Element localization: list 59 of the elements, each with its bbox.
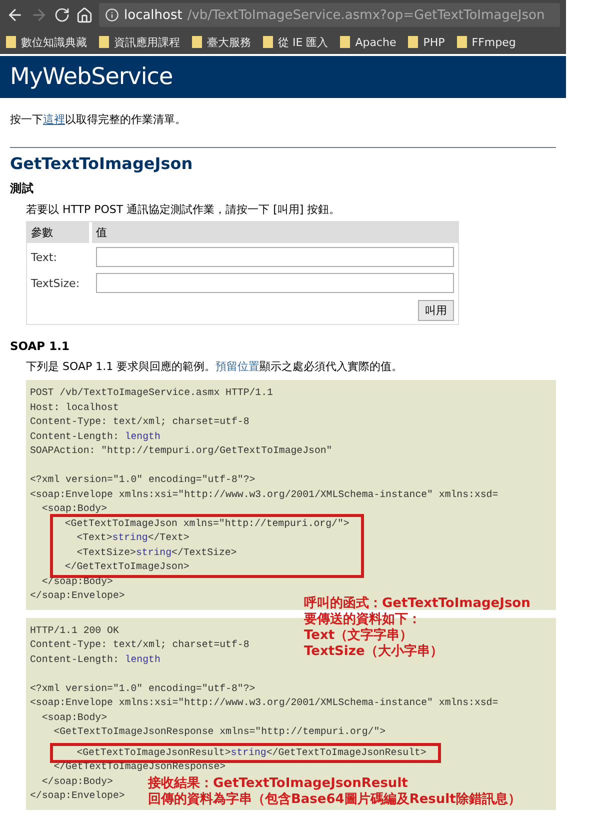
code-line: <?xml version="1.0" encoding="utf-8"?> <box>30 682 256 696</box>
annotation: 接收結果：GetTextToImageJsonResult <box>148 776 409 792</box>
annotation: 要傳送的資料如下： <box>304 612 422 628</box>
input-field[interactable] <box>96 273 454 293</box>
code-line: <?xml version="1.0" encoding="utf-8"?> <box>30 473 256 487</box>
code-line: SOAPAction: "http://tempuri.org/GetTextToImageJson" <box>30 444 332 458</box>
code-line: Content-Length: length <box>30 652 160 666</box>
annotation: 回傳的資料為字串（包含Base64圖片碼編及Result除錯訊息） <box>148 792 521 808</box>
code-line: </soap:Envelope> <box>30 589 125 603</box>
info-icon <box>105 8 119 22</box>
code-line: Content-Type: text/xml; charset=utf-8 <box>30 415 250 429</box>
code-line: Host: localhost <box>30 400 119 414</box>
code-line: </soap:Envelope> <box>30 789 125 803</box>
param-label: TextSize: <box>31 276 81 290</box>
code-line: POST /vb/TextToImageService.asmx HTTP/1.1 <box>30 386 273 400</box>
home-icon[interactable] <box>76 6 93 24</box>
code-line: <soap:Envelope xmlns:xsi="http://www.w3.org/2001/XMLSchema-instance" xmlns:xsd= <box>30 488 498 502</box>
column-header: 值 <box>92 222 458 243</box>
code-line: </GetTextToImageJson> <box>64 560 190 574</box>
method-title: GetTextToImageJson <box>10 154 194 173</box>
bookmark[interactable]: 從 IE 匯入 <box>263 34 328 50</box>
annotation: TextSize（大小字串） <box>304 644 444 660</box>
code-line: </GetTextToImageJsonResponse> <box>52 760 226 774</box>
code-line: <soap:Envelope xmlns:xsi="http://www.w3.org/2001/XMLSchema-instance" xmlns:xsd= <box>30 696 498 710</box>
reload-icon[interactable] <box>54 7 70 23</box>
test-instruction: 若要以 HTTP POST 通訊協定測試作業，請按一下 [叫用] 按鈕。 <box>26 202 342 217</box>
annotation: Text（文字字串） <box>304 628 414 644</box>
service-title: MyWebService <box>10 64 173 90</box>
code-line: <GetTextToImageJsonResponse xmlns="http://tempuri.org/"> <box>52 725 386 739</box>
bookmark[interactable]: 臺大服務 <box>192 34 251 50</box>
bookmark[interactable]: 數位知識典藏 <box>6 34 87 50</box>
annotation: 呼叫的函式：GetTextToImageJson <box>304 596 530 612</box>
code-line: <soap:Body> <box>40 710 108 724</box>
column-header: 參數 <box>27 222 89 243</box>
param-label: Text: <box>31 250 58 264</box>
code-line: <Text>string</Text> <box>76 531 190 545</box>
code-line: HTTP/1.1 200 OK <box>30 624 119 638</box>
code-line: Content-Type: text/xml; charset=utf-8 <box>30 638 250 652</box>
section-heading: SOAP 1.1 <box>10 339 70 353</box>
bookmark[interactable]: PHP <box>408 36 445 48</box>
code-line: </soap:Body> <box>40 574 113 588</box>
bookmark[interactable]: Apache <box>340 36 396 48</box>
back-icon[interactable] <box>6 6 24 24</box>
code-line: </soap:Body> <box>40 774 113 788</box>
intro-text: 按一下這裡以取得完整的作業清單。 <box>10 112 187 127</box>
code-line: <GetTextToImageJsonResult>string</GetTextToImageJsonResult> <box>76 746 426 760</box>
bookmark[interactable]: FFmpeg <box>456 36 516 48</box>
section-heading: 測試 <box>10 181 35 196</box>
code-line: Content-Length: length <box>30 430 160 444</box>
code-line: <TextSize>string</TextSize> <box>76 546 237 560</box>
here-link[interactable]: 這裡 <box>43 113 65 126</box>
input-field[interactable] <box>96 247 454 267</box>
invoke-button[interactable]: 叫用 <box>418 300 454 321</box>
soap-description: 下列是 SOAP 1.1 要求與回應的範例。預留位置顯示之處必須代入實際的值。 <box>26 359 404 374</box>
address-bar[interactable]: localhost /vb/TextToImageService.asmx?op=GetTextToImageJson <box>99 3 560 27</box>
placeholder-link[interactable]: 預留位置 <box>216 360 260 373</box>
bookmark[interactable]: 資訊應用課程 <box>99 34 180 50</box>
code-line: <soap:Body> <box>40 502 108 516</box>
code-line: <GetTextToImageJson xmlns="http://tempuri.org/"> <box>64 516 350 530</box>
